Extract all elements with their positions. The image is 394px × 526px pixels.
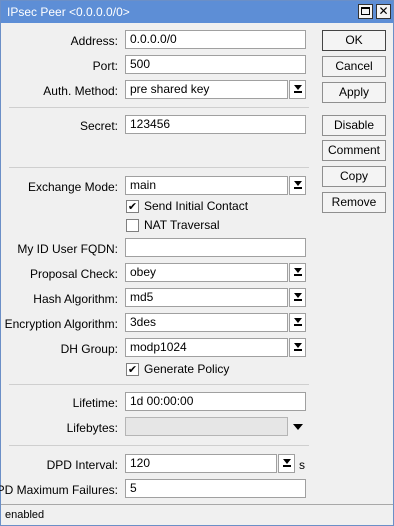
separator	[9, 167, 309, 168]
generate-policy-label: Generate Policy	[144, 362, 230, 376]
hash-algorithm-label: Hash Algorithm:	[33, 292, 118, 306]
dh-group-select[interactable]: modp1024	[125, 338, 288, 357]
dpd-max-failures-field[interactable]: 5	[125, 479, 306, 498]
lifetime-label: Lifetime:	[72, 396, 118, 410]
my-id-user-fqdn-label: My ID User FQDN:	[17, 242, 118, 256]
close-icon[interactable]: ✕	[376, 4, 391, 19]
checkmark-icon[interactable]: ✔	[126, 200, 139, 213]
unchecked-box-icon[interactable]	[126, 219, 139, 232]
proposal-check-label: Proposal Check:	[29, 267, 118, 281]
encryption-algorithm-dropdown-icon[interactable]	[289, 313, 306, 332]
exchange-mode-dropdown-icon[interactable]	[289, 176, 306, 195]
auth-method-label: Auth. Method:	[43, 84, 118, 98]
send-initial-contact-checkbox[interactable]: ✔ Send Initial Contact	[126, 199, 266, 215]
exchange-mode-label: Exchange Mode:	[27, 180, 118, 194]
secret-field[interactable]: 123456	[125, 115, 306, 134]
nat-traversal-label: NAT Traversal	[144, 218, 220, 232]
proposal-check-select[interactable]: obey	[125, 263, 288, 282]
dpd-interval-field[interactable]: 120	[125, 454, 277, 473]
ok-button[interactable]: OK	[322, 30, 386, 51]
port-label: Port:	[92, 59, 118, 73]
auth-method-dropdown-icon[interactable]	[289, 80, 306, 99]
status-text: enabled	[5, 509, 45, 521]
copy-button[interactable]: Copy	[322, 166, 386, 187]
dh-group-label: DH Group:	[60, 342, 118, 356]
nat-traversal-checkbox[interactable]: NAT Traversal	[126, 218, 246, 234]
lifebytes-dropdown-icon[interactable]	[293, 424, 303, 430]
lifebytes-label: Lifebytes:	[66, 421, 118, 435]
cancel-button[interactable]: Cancel	[322, 56, 386, 77]
separator	[9, 107, 309, 108]
send-initial-contact-label: Send Initial Contact	[144, 199, 249, 213]
dpd-interval-dropdown-icon[interactable]	[278, 454, 295, 473]
lifetime-field[interactable]: 1d 00:00:00	[125, 392, 306, 411]
title-bar[interactable]: IPsec Peer <0.0.0.0/0> ✕	[1, 1, 393, 23]
remove-button[interactable]: Remove	[322, 192, 386, 213]
hash-algorithm-select[interactable]: md5	[125, 288, 288, 307]
encryption-algorithm-label: Encryption Algorithm:	[4, 317, 118, 331]
status-bar: enabled	[1, 504, 393, 525]
secret-label: Secret:	[79, 119, 118, 133]
checkmark-icon[interactable]: ✔	[126, 363, 139, 376]
port-field[interactable]: 500	[125, 55, 306, 74]
window-title: IPsec Peer <0.0.0.0/0>	[7, 5, 130, 19]
hash-algorithm-dropdown-icon[interactable]	[289, 288, 306, 307]
exchange-mode-select[interactable]: main	[125, 176, 288, 195]
proposal-check-dropdown-icon[interactable]	[289, 263, 306, 282]
restore-icon[interactable]	[358, 4, 373, 19]
generate-policy-checkbox[interactable]: ✔ Generate Policy	[126, 362, 246, 378]
dh-group-dropdown-icon[interactable]	[289, 338, 306, 357]
address-label: Address:	[70, 34, 118, 48]
lifebytes-field	[125, 417, 288, 436]
auth-method-select[interactable]: pre shared key	[125, 80, 288, 99]
my-id-user-fqdn-field[interactable]	[125, 238, 306, 257]
disable-button[interactable]: Disable	[322, 115, 386, 136]
address-field[interactable]: 0.0.0.0/0	[125, 30, 306, 49]
dpd-interval-label: DPD Interval:	[46, 458, 118, 472]
apply-button[interactable]: Apply	[322, 82, 386, 103]
dpd-max-failures-label: DPD Maximum Failures:	[0, 483, 118, 497]
dpd-interval-unit: s	[299, 458, 305, 472]
encryption-algorithm-select[interactable]: 3des	[125, 313, 288, 332]
separator	[9, 384, 309, 385]
comment-button[interactable]: Comment	[322, 140, 386, 161]
ipsec-peer-window: IPsec Peer <0.0.0.0/0> ✕ Address: 0.0.0.…	[0, 0, 394, 526]
separator	[9, 445, 309, 446]
